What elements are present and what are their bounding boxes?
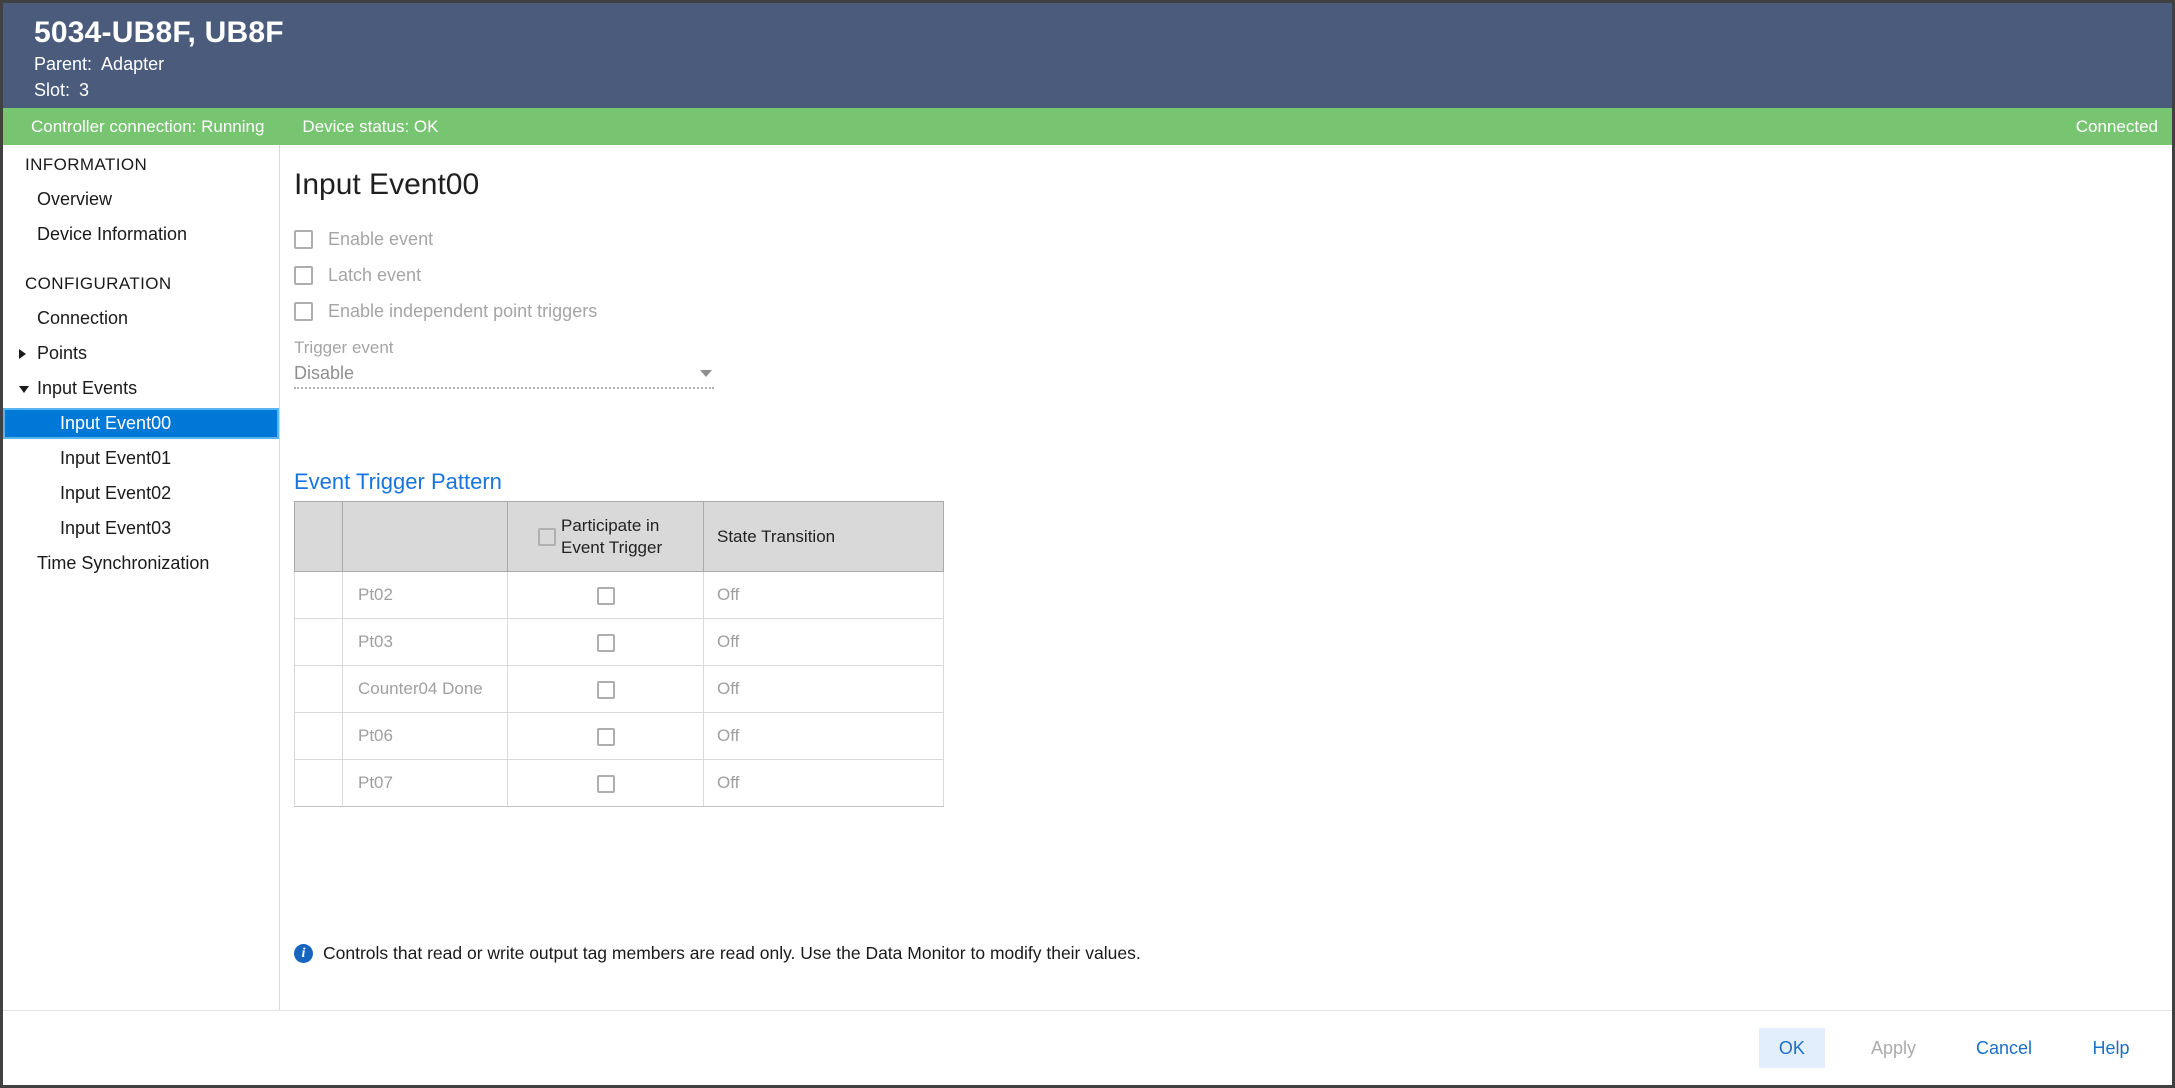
participate-checkbox[interactable] xyxy=(597,634,615,652)
device-title: 5034-UB8F, UB8F xyxy=(34,15,2172,51)
row-selector-cell[interactable] xyxy=(295,619,343,666)
state-transition-cell[interactable]: Off xyxy=(704,619,944,666)
sidebar-item-input-events[interactable]: Input Events xyxy=(3,371,279,406)
enable-event-checkbox[interactable] xyxy=(294,230,313,249)
sidebar-item-device-information[interactable]: Device Information xyxy=(3,217,279,252)
latch-event-checkbox[interactable] xyxy=(294,266,313,285)
sidebar-item-label: Points xyxy=(37,343,87,364)
slot-line: Slot: 3 xyxy=(34,77,2172,103)
main-content: Input Event00 Enable event Latch event E… xyxy=(280,145,2172,1010)
sidebar-item-points[interactable]: Points xyxy=(3,336,279,371)
point-name-cell: Pt02 xyxy=(343,572,508,619)
table-row: Counter04 Done Off xyxy=(295,666,944,713)
info-icon: i xyxy=(294,944,313,963)
independent-triggers-label: Enable independent point triggers xyxy=(328,301,597,322)
parent-value: Adapter xyxy=(101,54,164,74)
row-selector-cell[interactable] xyxy=(295,572,343,619)
parent-line: Parent: Adapter xyxy=(34,51,2172,77)
table-row: Pt07 Off xyxy=(295,760,944,807)
status-bar: Controller connection: Running Device st… xyxy=(3,108,2172,145)
point-name-header xyxy=(343,502,508,572)
participate-cell xyxy=(508,760,704,807)
apply-button[interactable]: Apply xyxy=(1857,1028,1930,1068)
sidebar-item-overview[interactable]: Overview xyxy=(3,182,279,217)
participate-cell xyxy=(508,619,704,666)
participate-cell xyxy=(508,713,704,760)
table-row: Pt02 Off xyxy=(295,572,944,619)
sidebar-item-input-event00[interactable]: Input Event00 xyxy=(3,408,279,439)
enable-event-label: Enable event xyxy=(328,229,433,250)
slot-label: Slot: xyxy=(34,80,70,100)
point-name-cell: Pt03 xyxy=(343,619,508,666)
connection-state-badge: Connected xyxy=(2076,117,2158,137)
participate-checkbox[interactable] xyxy=(597,775,615,793)
titlebar: 5034-UB8F, UB8F Parent: Adapter Slot: 3 xyxy=(3,3,2172,108)
chevron-right-icon[interactable] xyxy=(19,349,26,359)
sidebar-item-input-event03[interactable]: Input Event03 xyxy=(3,511,279,546)
table-row: Pt03 Off xyxy=(295,619,944,666)
footer-button-bar: OK Apply Cancel Help xyxy=(3,1010,2172,1085)
table-row: Pt06 Off xyxy=(295,713,944,760)
sidebar-item-input-event02[interactable]: Input Event02 xyxy=(3,476,279,511)
row-selector-cell[interactable] xyxy=(295,760,343,807)
participate-checkbox[interactable] xyxy=(597,681,615,699)
point-name-cell: Pt06 xyxy=(343,713,508,760)
sidebar-item-label: Input Events xyxy=(37,378,137,399)
trigger-event-label: Trigger event xyxy=(294,337,2172,359)
enable-event-row: Enable event xyxy=(294,221,2172,257)
parent-label: Parent: xyxy=(34,54,92,74)
page-title: Input Event00 xyxy=(294,165,2172,205)
event-options-group: Enable event Latch event Enable independ… xyxy=(294,221,2172,329)
sidebar-item-time-synchronization[interactable]: Time Synchronization xyxy=(3,546,279,581)
participate-header: Participate in Event Trigger xyxy=(508,502,704,572)
state-transition-header: State Transition xyxy=(704,502,944,572)
event-trigger-pattern-table: Participate in Event Trigger State Trans… xyxy=(294,501,944,807)
slot-value: 3 xyxy=(79,80,89,100)
controller-connection-status: Controller connection: Running xyxy=(31,117,264,137)
dropdown-arrow-icon xyxy=(700,370,712,377)
participate-cell xyxy=(508,666,704,713)
info-note-text: Controls that read or write output tag m… xyxy=(323,943,1141,964)
participate-header-label: Participate in Event Trigger xyxy=(561,515,673,559)
row-selector-cell[interactable] xyxy=(295,713,343,760)
info-note-row: i Controls that read or write output tag… xyxy=(294,943,2172,964)
event-trigger-pattern-heading: Event Trigger Pattern xyxy=(294,467,2172,497)
sidebar-section-configuration: CONFIGURATION xyxy=(3,266,279,301)
row-selector-header xyxy=(295,502,343,572)
independent-triggers-checkbox[interactable] xyxy=(294,302,313,321)
sidebar-item-connection[interactable]: Connection xyxy=(3,301,279,336)
state-transition-cell[interactable]: Off xyxy=(704,666,944,713)
trigger-event-value: Disable xyxy=(294,363,354,384)
point-name-cell: Counter04 Done xyxy=(343,666,508,713)
state-transition-cell[interactable]: Off xyxy=(704,760,944,807)
trigger-event-dropdown[interactable]: Disable xyxy=(294,359,714,389)
sidebar-nav: INFORMATION Overview Device Information … xyxy=(3,145,280,1010)
chevron-down-icon[interactable] xyxy=(19,386,29,393)
participate-checkbox[interactable] xyxy=(597,587,615,605)
participate-cell xyxy=(508,572,704,619)
cancel-button[interactable]: Cancel xyxy=(1962,1028,2046,1068)
sidebar-item-input-event01[interactable]: Input Event01 xyxy=(3,441,279,476)
sidebar-section-gap xyxy=(3,252,279,266)
state-transition-cell[interactable]: Off xyxy=(704,572,944,619)
help-button[interactable]: Help xyxy=(2078,1028,2144,1068)
state-transition-cell[interactable]: Off xyxy=(704,713,944,760)
latch-event-row: Latch event xyxy=(294,257,2172,293)
latch-event-label: Latch event xyxy=(328,265,421,286)
module-properties-window: 5034-UB8F, UB8F Parent: Adapter Slot: 3 Co… xyxy=(0,0,2175,1088)
device-status: Device status: OK xyxy=(302,117,438,137)
point-name-cell: Pt07 xyxy=(343,760,508,807)
table-header-row: Participate in Event Trigger State Trans… xyxy=(295,502,944,572)
participate-all-checkbox[interactable] xyxy=(538,528,556,546)
ok-button[interactable]: OK xyxy=(1759,1028,1825,1068)
independent-triggers-row: Enable independent point triggers xyxy=(294,293,2172,329)
participate-checkbox[interactable] xyxy=(597,728,615,746)
sidebar-section-information: INFORMATION xyxy=(3,147,279,182)
row-selector-cell[interactable] xyxy=(295,666,343,713)
